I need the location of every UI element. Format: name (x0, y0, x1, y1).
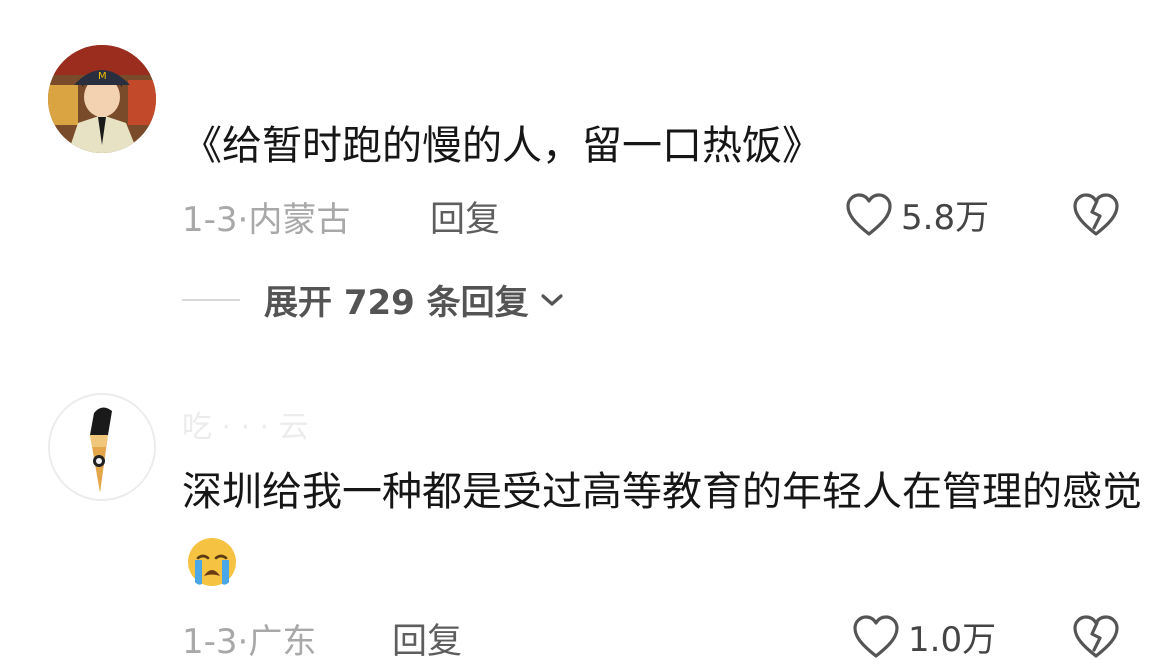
expand-replies[interactable]: 展开 729 条回复 (182, 275, 565, 324)
comment-meta: 1-3·内蒙古 (182, 192, 350, 241)
avatar[interactable]: M (48, 45, 156, 153)
meta-separator: · (237, 200, 249, 240)
dislike-button[interactable] (1072, 614, 1120, 664)
comment-text: 深圳给我一种都是受过高等教育的年轻人在管理的感觉 (182, 456, 1142, 600)
svg-text:M: M (98, 71, 107, 82)
avatar-image (50, 395, 154, 499)
broken-heart-icon (1073, 193, 1119, 236)
loudly-crying-face-icon (188, 538, 236, 586)
meta-separator: · (237, 622, 249, 662)
comment-text-body: 深圳给我一种都是受过高等教育的年轻人在管理的感觉 (182, 469, 1142, 515)
comment-meta: 1-3·广东 (182, 614, 316, 663)
expand-replies-label: 展开 729 条回复 (264, 283, 529, 323)
divider-line (182, 298, 240, 301)
broken-heart-icon (1073, 615, 1119, 658)
heart-outline-icon (846, 192, 892, 236)
comment-text: 《给暂时跑的慢的人，留一口热饭》 (182, 110, 1142, 182)
comment-location: 内蒙古 (248, 200, 351, 240)
heart-outline-icon (853, 614, 899, 658)
avatar[interactable] (48, 393, 156, 501)
like-button[interactable]: 1.0万 (852, 612, 996, 661)
comment-date: 1-3 (182, 622, 238, 662)
reply-button[interactable]: 回复 (430, 191, 500, 242)
username[interactable]: 吃 · · · 云 (182, 402, 309, 446)
like-count: 5.8万 (901, 198, 990, 238)
chevron-down-icon (541, 293, 563, 306)
like-button[interactable]: 5.8万 (845, 190, 989, 239)
avatar-image: M (48, 45, 156, 153)
reply-button[interactable]: 回复 (392, 613, 462, 664)
like-count: 1.0万 (908, 620, 997, 660)
comment-text-body: 《给暂时跑的慢的人，留一口热饭》 (182, 123, 822, 169)
comment-location: 广东 (248, 622, 317, 662)
dislike-button[interactable] (1072, 192, 1120, 242)
comment-date: 1-3 (182, 200, 238, 240)
